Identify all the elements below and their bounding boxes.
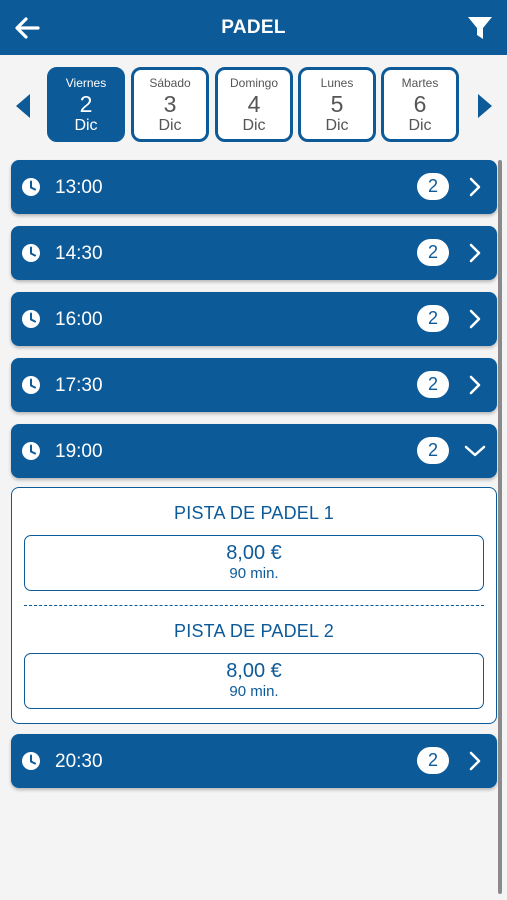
slot-count-badge: 2 (417, 305, 449, 332)
slot-time: 19:00 (55, 441, 103, 462)
day-month: Dic (158, 117, 182, 134)
court-price-button[interactable]: 8,00 € 90 min. (24, 535, 484, 591)
divider (24, 605, 484, 606)
slot-count-badge: 2 (417, 747, 449, 774)
slot-count-badge: 2 (417, 371, 449, 398)
filter-icon (468, 17, 492, 39)
day-name: Lunes (320, 76, 354, 90)
day-month: Dic (242, 117, 266, 134)
day-name: Sábado (149, 76, 191, 90)
day-month: Dic (408, 117, 432, 134)
court-name: PISTA DE PADEL 1 (174, 503, 334, 523)
scrollbar[interactable] (498, 160, 502, 894)
chevron-right-icon (463, 748, 487, 774)
court-price-button[interactable]: 8,00 € 90 min. (24, 653, 484, 709)
time-slot-row-expanded[interactable]: 19:00 2 (11, 424, 497, 478)
slot-count-badge: 2 (417, 239, 449, 266)
day-name: Domingo (229, 76, 279, 90)
court-duration: 90 min. (229, 683, 279, 700)
page-title: PADEL (221, 17, 286, 38)
triangle-right-icon (478, 94, 492, 118)
court-name: PISTA DE PADEL 2 (174, 621, 334, 641)
time-slot-row[interactable]: 16:00 2 (11, 292, 497, 346)
clock-icon (22, 310, 40, 328)
day-tab-sabado[interactable]: Sábado 3 Dic (131, 67, 209, 142)
chevron-right-icon (463, 240, 487, 266)
chevron-right-icon (463, 306, 487, 332)
slot-time: 20:30 (55, 751, 103, 772)
time-slot-row[interactable]: 20:30 2 (11, 734, 497, 788)
date-selector: Viernes 2 Dic Sábado 3 Dic Domingo 4 Dic… (0, 55, 507, 155)
court-price: 8,00 € (226, 660, 282, 682)
clock-icon (22, 442, 40, 460)
day-tab-martes[interactable]: Martes 6 Dic (381, 67, 459, 142)
time-slot-row[interactable]: 14:30 2 (11, 226, 497, 280)
next-days-button[interactable] (472, 91, 498, 121)
day-number: 6 (413, 91, 427, 117)
slot-count-badge: 2 (417, 437, 449, 464)
chevron-down-icon (463, 438, 487, 464)
slot-time: 14:30 (55, 243, 103, 264)
slot-count-badge: 2 (417, 173, 449, 200)
top-bar: PADEL (0, 0, 507, 55)
filter-button[interactable] (463, 11, 497, 45)
day-month: Dic (74, 117, 98, 134)
clock-icon (22, 244, 40, 262)
court-duration: 90 min. (229, 565, 279, 582)
previous-days-button[interactable] (10, 91, 36, 121)
clock-icon (22, 752, 40, 770)
day-number: 3 (163, 91, 177, 117)
time-slot-row[interactable]: 13:00 2 (11, 160, 497, 214)
court-price: 8,00 € (226, 542, 282, 564)
day-name: Viernes (65, 76, 107, 90)
triangle-left-icon (16, 94, 30, 118)
day-tab-domingo[interactable]: Domingo 4 Dic (215, 67, 293, 142)
slot-time: 17:30 (55, 375, 103, 396)
day-month: Dic (325, 117, 349, 134)
day-name: Martes (401, 76, 439, 90)
day-number: 2 (79, 91, 93, 117)
slot-time: 13:00 (55, 177, 103, 198)
time-slot-row[interactable]: 17:30 2 (11, 358, 497, 412)
chevron-right-icon (463, 174, 487, 200)
courts-panel: PISTA DE PADEL 1 8,00 € 90 min. PISTA DE… (11, 487, 497, 724)
day-number: 5 (330, 91, 344, 117)
clock-icon (22, 178, 40, 196)
day-number: 4 (247, 91, 261, 117)
day-tab-viernes[interactable]: Viernes 2 Dic (47, 67, 125, 142)
clock-icon (22, 376, 40, 394)
day-tab-lunes[interactable]: Lunes 5 Dic (298, 67, 376, 142)
slot-time: 16:00 (55, 309, 103, 330)
chevron-right-icon (463, 372, 487, 398)
